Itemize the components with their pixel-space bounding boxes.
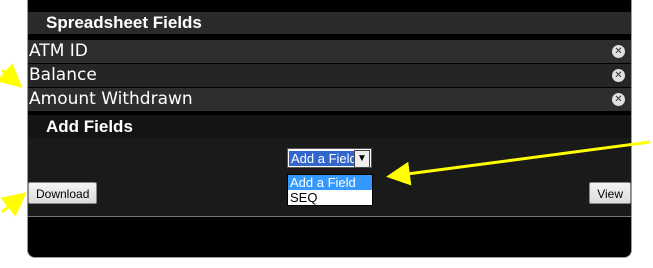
add-fields-area: Add a Field ▼ Add a Field SEQ Download V… [28,138,631,217]
field-label: Amount Withdrawn [29,89,193,109]
field-row-atm-id: ATM ID ✕ [28,40,631,63]
field-row-amount-withdrawn: Amount Withdrawn ✕ [28,88,631,111]
add-field-select-value: Add a Field [289,151,359,166]
panel-top-strip [28,0,631,11]
annotation-arrow-download [0,192,27,217]
spreadsheet-fields-header: Spreadsheet Fields [28,12,631,34]
chevron-down-icon[interactable]: ▼ [354,150,370,168]
remove-field-icon[interactable]: ✕ [612,93,625,106]
add-field-dropdown: Add a Field SEQ [287,174,373,206]
download-button[interactable]: Download [28,182,98,204]
add-fields-header: Add Fields [28,115,631,138]
spreadsheet-fields-title: Spreadsheet Fields [46,13,202,32]
field-label: ATM ID [29,41,88,61]
panel-footer [28,217,631,257]
remove-field-icon[interactable]: ✕ [612,69,625,82]
dropdown-option-seq[interactable]: SEQ [288,190,372,205]
add-field-select[interactable]: Add a Field ▼ [287,148,372,168]
field-label: Balance [29,65,97,85]
dropdown-option-add-a-field[interactable]: Add a Field [288,175,372,190]
spreadsheet-panel: Spreadsheet Fields ATM ID ✕ Balance ✕ Am… [27,0,632,258]
add-fields-title: Add Fields [46,117,133,136]
view-button[interactable]: View [589,182,631,204]
field-row-balance: Balance ✕ [28,64,631,87]
remove-field-icon[interactable]: ✕ [612,45,625,58]
annotation-arrow-balance [0,63,23,88]
